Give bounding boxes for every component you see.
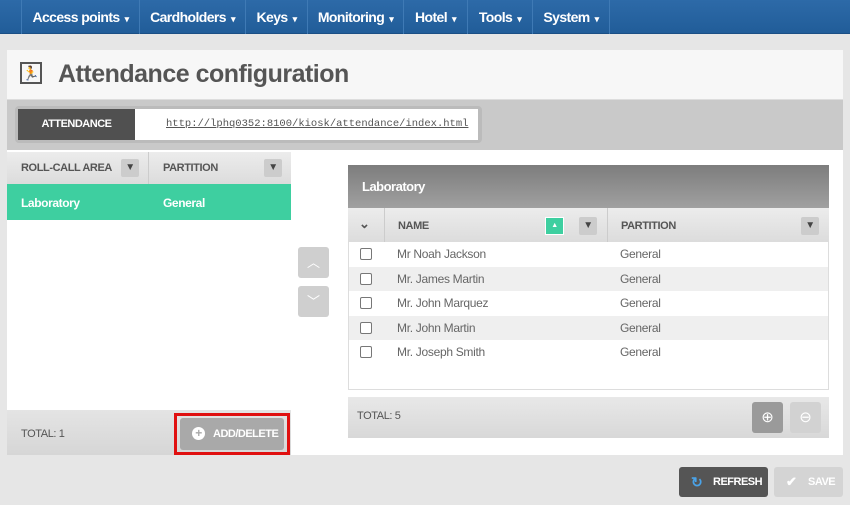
nav-label: Monitoring	[317, 9, 385, 25]
filter-icon[interactable]: ▼	[579, 217, 597, 235]
nav-label: Tools	[478, 9, 513, 25]
top-nav: Access points ▾ Cardholders ▾ Keys ▾ Monito…	[0, 0, 850, 34]
add-delete-button[interactable]: + ADD/DELETE	[180, 418, 284, 450]
cell-partition: General	[620, 320, 661, 335]
divider	[384, 208, 385, 242]
row-checkbox[interactable]	[360, 321, 372, 334]
nav-label: Hotel	[415, 9, 448, 25]
row-checkbox[interactable]	[360, 248, 372, 260]
cell-partition: General	[620, 345, 661, 360]
filter-icon[interactable]: ▼	[264, 159, 282, 177]
chevron-up-icon: ︿	[306, 255, 320, 270]
sort-ascending-icon[interactable]: ▲	[545, 217, 564, 235]
col-roll-call-area[interactable]: ROLL-CALL AREA	[21, 162, 112, 174]
monitoring-label: ATTENDANCE MONITORING	[18, 109, 135, 161]
col-partition[interactable]: PARTITION	[163, 162, 218, 174]
row-checkbox[interactable]	[360, 297, 372, 310]
cell-name: Mr Noah Jackson	[397, 247, 486, 261]
table-row[interactable]: Mr. John Martin General	[349, 315, 828, 341]
nav-access-points[interactable]: Access points ▾	[21, 0, 139, 34]
cell-name: Mr. Joseph Smith	[397, 345, 485, 360]
row-checkbox[interactable]	[360, 346, 372, 359]
table-row[interactable]: Laboratory General	[7, 184, 291, 220]
divider	[607, 208, 608, 242]
nav-cardholders[interactable]: Cardholders ▾	[139, 0, 245, 34]
save-label: SAVE	[808, 476, 836, 488]
nav-label: Cardholders	[150, 9, 226, 25]
move-up-button[interactable]: ︿	[298, 247, 329, 278]
refresh-button[interactable]: ↻ REFRESH	[679, 467, 768, 497]
plus-circle-icon: +	[192, 427, 205, 440]
table-row[interactable]: Mr. Joseph Smith General	[349, 340, 828, 365]
move-down-button[interactable]: ﹀	[298, 286, 329, 317]
left-total: TOTAL: 1	[21, 428, 65, 440]
table-row[interactable]: Mr. James Martin General	[349, 266, 828, 292]
chevron-down-icon: ﹀	[306, 294, 320, 309]
col-name[interactable]: NAME	[398, 220, 429, 232]
filter-icon[interactable]: ▼	[121, 159, 139, 177]
nav-label: System	[543, 9, 590, 25]
minus-circle-icon: ⊖	[799, 409, 812, 426]
table-row[interactable]: Mr Noah Jackson General	[349, 242, 828, 267]
chevron-down-icon: ▾	[124, 14, 130, 24]
chevron-down-icon: ▾	[230, 14, 236, 24]
chevron-down-icon: ▾	[452, 14, 457, 24]
nav-tools[interactable]: Tools ▾	[467, 0, 532, 34]
nav-system[interactable]: System ▾	[532, 0, 610, 34]
cell-area: Laboratory	[21, 196, 80, 210]
nav-label: Keys	[256, 9, 289, 25]
plus-circle-icon: ⊕	[761, 409, 774, 426]
members-table-title: Laboratory	[348, 165, 829, 208]
cell-partition: General	[620, 296, 661, 311]
monitoring-url-link[interactable]: http://lphq0352:8100/kiosk/attendance/in…	[135, 109, 478, 140]
chevron-down-icon: ▾	[292, 14, 298, 24]
page-title: Attendance configuration	[58, 60, 349, 88]
divider	[148, 152, 149, 184]
chevron-down-icon: ▾	[389, 14, 394, 24]
members-table-header: ⌄ NAME ▲ ▼ PARTITION ▼	[348, 208, 829, 242]
cell-name: Mr. John Martin	[397, 320, 476, 335]
checkmark-icon: ✔	[786, 474, 797, 489]
left-table-header: ROLL-CALL AREA ▼ PARTITION ▼	[7, 152, 291, 184]
row-checkbox[interactable]	[360, 272, 372, 285]
chevron-down-icon: ▾	[594, 14, 600, 24]
cell-partition: General	[163, 196, 205, 210]
nav-label: Access points	[32, 9, 120, 25]
filter-icon[interactable]: ▼	[801, 217, 819, 235]
add-member-button[interactable]: ⊕	[752, 402, 783, 433]
nav-keys[interactable]: Keys ▾	[245, 0, 307, 34]
cell-name: Mr. James Martin	[397, 271, 485, 286]
cell-partition: General	[620, 247, 661, 261]
nav-hotel[interactable]: Hotel ▾	[403, 0, 467, 34]
select-all-chevron-icon[interactable]: ⌄	[359, 216, 370, 232]
running-man-icon: 🏃	[20, 62, 42, 84]
nav-monitoring[interactable]: Monitoring ▾	[307, 0, 403, 34]
refresh-icon: ↻	[691, 474, 703, 490]
refresh-label: REFRESH	[713, 476, 763, 488]
remove-member-button[interactable]: ⊖	[790, 402, 821, 433]
chevron-down-icon: ▾	[517, 14, 522, 24]
col-partition[interactable]: PARTITION	[621, 220, 676, 232]
right-total: TOTAL: 5	[357, 410, 401, 422]
cell-name: Mr. John Marquez	[397, 296, 489, 311]
save-button[interactable]: ✔ SAVE	[774, 467, 843, 497]
table-row[interactable]: Mr. John Marquez General	[349, 291, 828, 316]
add-delete-label: ADD/DELETE	[213, 428, 279, 440]
cell-partition: General	[620, 271, 661, 286]
